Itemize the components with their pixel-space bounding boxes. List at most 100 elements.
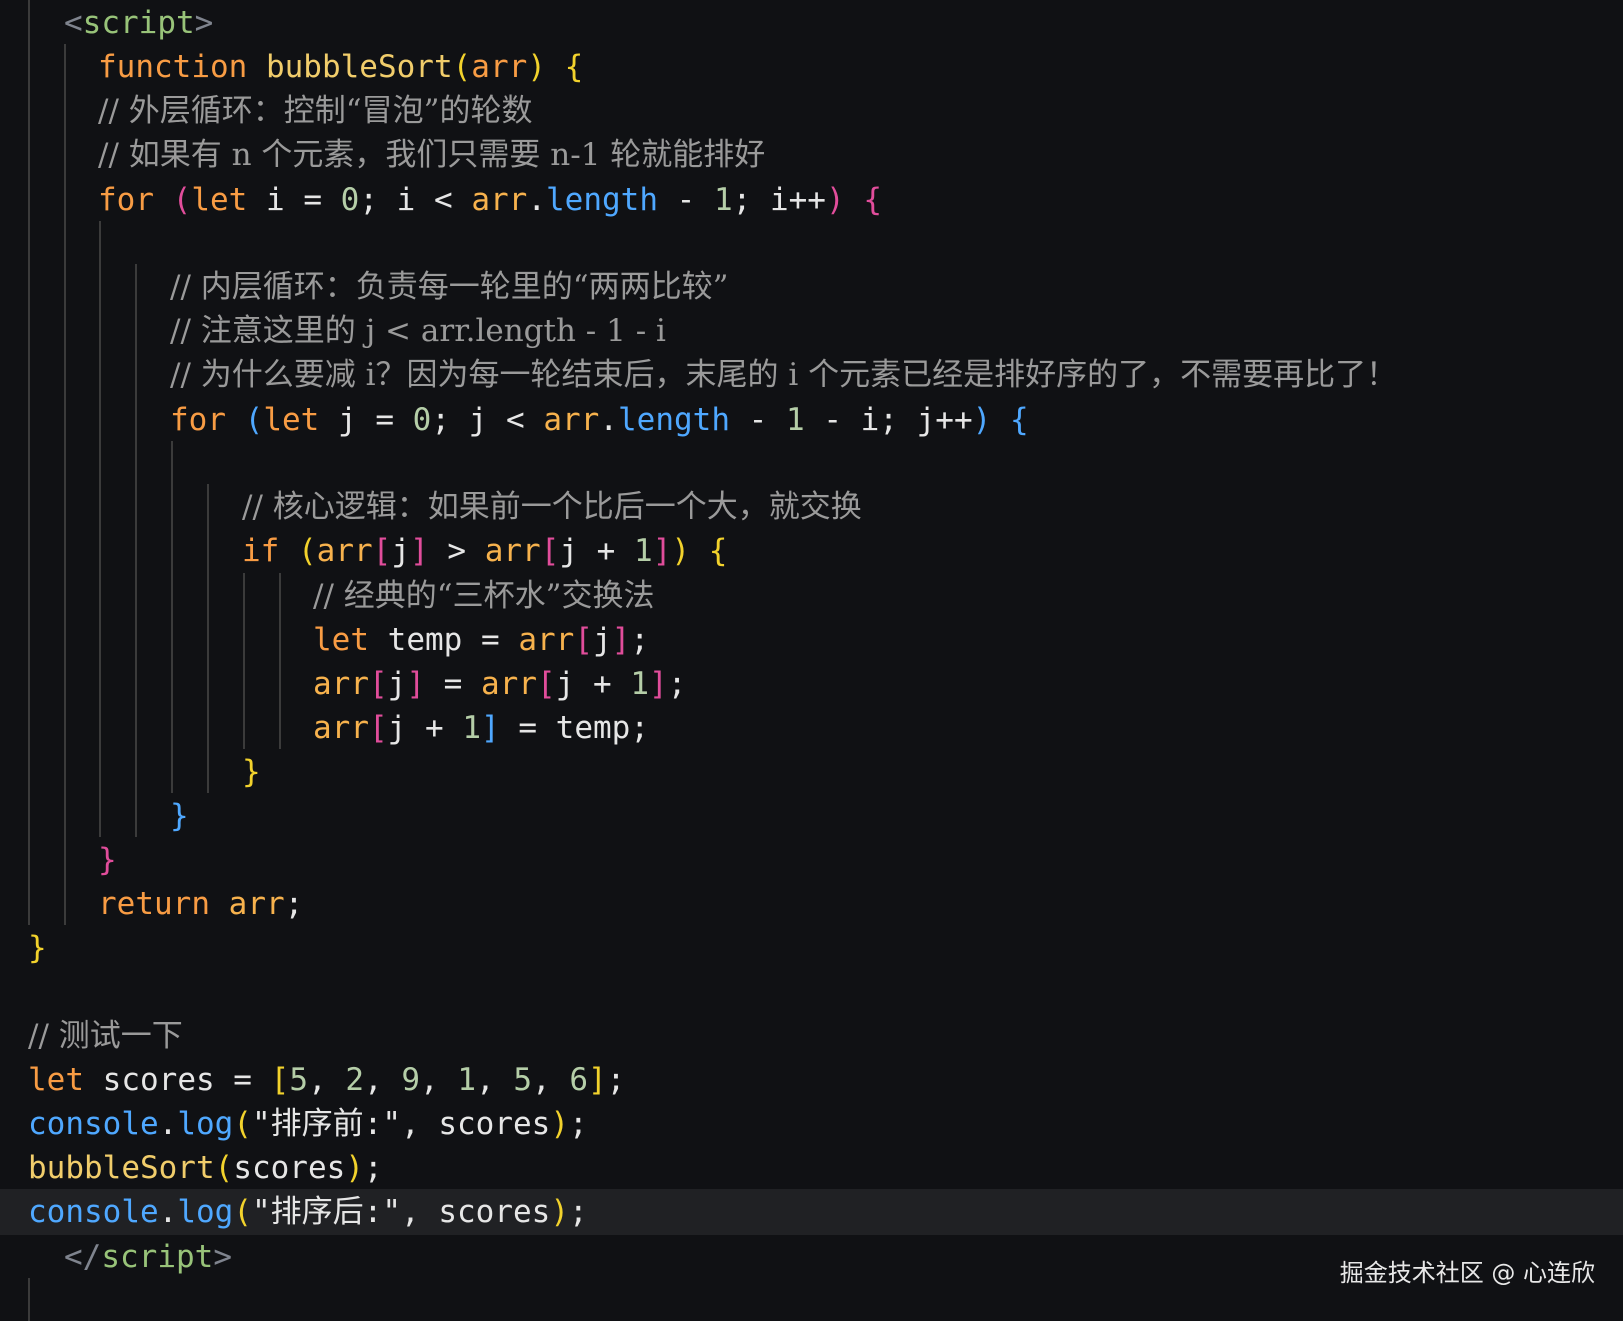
code-token: let	[191, 182, 248, 218]
code-line-content: // 如果有 n 个元素，我们只需要 n-1 轮就能排好	[98, 132, 765, 178]
code-token: )	[527, 49, 546, 85]
code-line[interactable]: bubbleSort(scores);	[0, 1145, 1623, 1191]
code-line-content: }	[242, 749, 261, 795]
code-editor[interactable]: <script> function bubbleSort(arr) {// 外层循…	[0, 0, 1623, 1321]
code-token: let	[263, 402, 320, 438]
code-token: {	[564, 49, 584, 85]
code-line-content: return arr;	[98, 881, 303, 927]
code-line[interactable]: }	[0, 925, 1623, 971]
code-token: ,	[419, 1062, 458, 1098]
code-token: .	[158, 1194, 178, 1230]
code-line[interactable]: console.log("排序前:", scores);	[0, 1101, 1623, 1147]
code-line[interactable]: }	[0, 837, 1623, 883]
code-line[interactable]: for (let j = 0; j < arr.length - 1 - i; …	[0, 397, 1623, 443]
code-token: log	[177, 1194, 234, 1230]
code-line-content: // 经典的“三杯水”交换法	[313, 573, 654, 619]
code-token: ]	[410, 533, 429, 569]
code-line[interactable]: // 核心逻辑：如果前一个比后一个大，就交换	[0, 484, 1623, 530]
code-line[interactable]: // 经典的“三杯水”交换法	[0, 573, 1623, 619]
code-line-content: <script>	[64, 0, 213, 46]
code-line-content: // 注意这里的 j < arr.length - 1 - i	[170, 308, 666, 354]
code-token: .	[599, 402, 618, 438]
code-line[interactable]: }	[0, 749, 1623, 795]
code-token: bubbleSort	[28, 1150, 215, 1186]
code-token: length	[618, 402, 730, 438]
code-token: -	[657, 182, 714, 218]
code-line[interactable]: // 测试一下	[0, 1013, 1623, 1059]
code-token: 5	[513, 1062, 532, 1098]
code-line-content: let scores = [5, 2, 9, 1, 5, 6];	[28, 1057, 625, 1103]
code-token: let	[313, 622, 369, 658]
code-line[interactable]: // 外层循环：控制“冒泡”的轮数	[0, 88, 1623, 134]
code-line[interactable]: <script>	[0, 0, 1623, 46]
code-token: , scores	[401, 1106, 551, 1142]
code-line[interactable]	[0, 441, 1623, 487]
code-token: {	[863, 182, 882, 218]
code-token: = temp;	[499, 710, 649, 746]
code-line-content: // 内层循环：负责每一轮里的“两两比较”	[170, 264, 728, 310]
code-token: ,	[531, 1062, 570, 1098]
code-line[interactable]: for (let i = 0; i < arr.length - 1; i++)…	[0, 177, 1623, 223]
code-token: (	[452, 49, 472, 85]
code-token: =	[425, 666, 482, 702]
code-token: (	[298, 533, 317, 569]
code-token: // 为什么要减 i？因为每一轮结束后，末尾的 i 个元素已经是排好序的了，不需…	[170, 357, 1398, 393]
code-token: }	[28, 930, 47, 966]
code-token: >	[213, 1239, 232, 1275]
code-token: arr	[484, 533, 541, 569]
code-token: // 测试一下	[28, 1018, 183, 1054]
code-token: j =	[319, 402, 413, 438]
code-token: j +	[559, 533, 635, 569]
code-token: (	[244, 402, 264, 438]
code-token: 1	[713, 182, 733, 218]
code-line[interactable]: let scores = [5, 2, 9, 1, 5, 6];	[0, 1057, 1623, 1103]
code-token: script	[101, 1239, 214, 1275]
code-token: 1	[630, 666, 650, 702]
code-token: 1	[462, 710, 481, 746]
code-line-content: for (let j = 0; j < arr.length - 1 - i; …	[170, 397, 1029, 443]
code-line[interactable]: return arr;	[0, 881, 1623, 927]
code-line-content: }	[28, 925, 47, 971]
code-line-content: console.log("排序前:", scores);	[28, 1101, 588, 1147]
code-token: ;	[568, 1194, 588, 1230]
code-token: arr	[313, 710, 369, 746]
code-token: arr	[471, 49, 528, 85]
code-token: arr	[316, 533, 373, 569]
code-line[interactable]: // 如果有 n 个元素，我们只需要 n-1 轮就能排好	[0, 132, 1623, 178]
code-token: ; i <	[359, 182, 472, 218]
code-token: j	[592, 622, 612, 658]
code-token: .	[158, 1106, 178, 1142]
code-token: // 内层循环：负责每一轮里的“两两比较”	[170, 269, 729, 305]
code-line[interactable]: // 为什么要减 i？因为每一轮结束后，末尾的 i 个元素已经是排好序的了，不需…	[0, 352, 1623, 398]
code-line[interactable]: if (arr[j] > arr[j + 1]) {	[0, 528, 1623, 574]
code-token: // 核心逻辑：如果前一个比后一个大，就交换	[242, 489, 862, 525]
code-line[interactable]: function bubbleSort(arr) {	[0, 44, 1623, 90]
code-line[interactable]	[0, 969, 1623, 1015]
code-line[interactable]: console.log("排序后:", scores);	[0, 1189, 1623, 1235]
code-line[interactable]: let temp = arr[j];	[0, 617, 1623, 663]
code-token: ,	[307, 1062, 346, 1098]
code-line[interactable]	[0, 221, 1623, 267]
code-token: )	[550, 1194, 569, 1230]
code-line[interactable]: arr[j + 1] = temp;	[0, 705, 1623, 751]
code-line[interactable]: }	[0, 793, 1623, 839]
code-token: bubbleSort	[265, 49, 453, 85]
indent-guide-line	[28, 1278, 30, 1321]
code-token: ; j <	[431, 402, 544, 438]
code-token: ; i++	[732, 182, 826, 218]
code-token: ;	[363, 1150, 383, 1186]
code-token: .	[527, 182, 546, 218]
code-token: <	[64, 5, 83, 41]
code-token: [	[540, 533, 560, 569]
code-token: j	[387, 666, 407, 702]
code-token: )	[825, 182, 845, 218]
code-token: "排序后:"	[252, 1194, 401, 1230]
code-line[interactable]: // 注意这里的 j < arr.length - 1 - i	[0, 308, 1623, 354]
code-line[interactable]: // 内层循环：负责每一轮里的“两两比较”	[0, 264, 1623, 310]
code-line[interactable]: arr[j] = arr[j + 1];	[0, 661, 1623, 707]
code-token: ;	[606, 1062, 626, 1098]
code-token: ]	[649, 666, 668, 702]
